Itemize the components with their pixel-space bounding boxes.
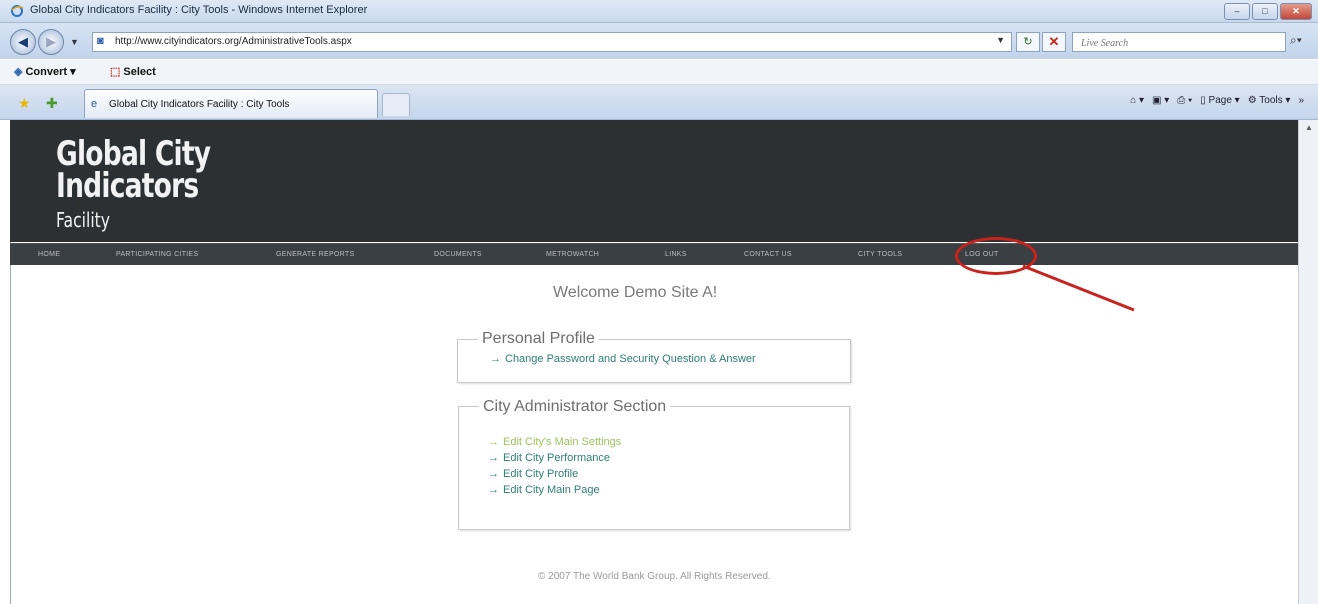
- back-arrow-icon[interactable]: ◀: [10, 29, 36, 55]
- personal-profile-legend: Personal Profile: [478, 330, 599, 348]
- vertical-scrollbar[interactable]: ▲: [1298, 120, 1318, 604]
- copyright-footer: © 2007 The World Bank Group. All Rights …: [538, 571, 771, 582]
- edit-main-settings-link[interactable]: → Edit City's Main Settings: [488, 436, 621, 448]
- welcome-message: Welcome Demo Site A!: [553, 284, 718, 301]
- chevron-down-icon[interactable]: ▼: [996, 35, 1005, 45]
- nav-city-tools[interactable]: CITY TOOLS: [858, 251, 902, 258]
- search-field[interactable]: [1072, 32, 1286, 52]
- nav-metrowatch[interactable]: METROWATCH: [546, 251, 599, 258]
- edit-city-main-page-link[interactable]: → Edit City Main Page: [488, 484, 600, 496]
- nav-documents[interactable]: DOCUMENTS: [434, 251, 482, 258]
- search-input[interactable]: [1079, 37, 1233, 50]
- select-button[interactable]: ⬚ Select: [110, 65, 156, 78]
- ie-page-icon: e: [91, 98, 98, 110]
- nav-home[interactable]: HOME: [38, 251, 60, 258]
- city-admin-legend: City Administrator Section: [479, 398, 671, 416]
- select-icon: ⬚: [110, 66, 121, 78]
- arrow-right-icon: →: [488, 436, 499, 448]
- arrow-right-icon: →: [488, 452, 499, 464]
- site-navigation: HOME PARTICIPATING CITIES GENERATE REPOR…: [10, 243, 1298, 265]
- refresh-icon[interactable]: ↻: [1016, 32, 1040, 52]
- tab-city-tools[interactable]: e Global City Indicators Facility : City…: [84, 89, 378, 118]
- add-favorites-icon[interactable]: ✚: [46, 95, 58, 112]
- nav-generate-reports[interactable]: GENERATE REPORTS: [276, 251, 354, 258]
- scroll-up-icon[interactable]: ▲: [1305, 123, 1313, 132]
- address-toolbar: ◀ ▶ ▼ ◙ http://www.cityindicators.org/Ad…: [0, 23, 1318, 59]
- convert-button[interactable]: ◈ Convert ▾: [14, 65, 76, 78]
- search-icon[interactable]: ⌕▾: [1290, 33, 1302, 48]
- logo-line-2: Indicators: [56, 166, 199, 206]
- page-menu[interactable]: ▯ Page ▾: [1200, 95, 1239, 106]
- minimize-button[interactable]: –: [1224, 3, 1250, 20]
- edit-city-performance-link[interactable]: → Edit City Performance: [488, 452, 610, 464]
- window-title-bar: Global City Indicators Facility : City T…: [0, 0, 1318, 23]
- chevron-down-icon[interactable]: ▼: [70, 37, 79, 47]
- arrow-right-icon: →: [488, 468, 499, 480]
- address-input[interactable]: ◙ http://www.cityindicators.org/Administ…: [92, 32, 1012, 52]
- tools-menu[interactable]: ⚙ Tools ▾: [1248, 95, 1291, 106]
- logo-line-3: Facility: [56, 208, 111, 232]
- convert-icon: ◈: [14, 66, 23, 78]
- command-bar: ◈ Convert ▾ ⬚ Select: [0, 60, 1318, 85]
- nav-links[interactable]: LINKS: [665, 251, 687, 258]
- nav-contact-us[interactable]: CONTACT US: [744, 251, 792, 258]
- tab-bar: ★ ✚ e Global City Indicators Facility : …: [0, 85, 1318, 120]
- new-tab-button[interactable]: [382, 93, 410, 116]
- feeds-icon[interactable]: ▣ ▾: [1152, 95, 1169, 106]
- nav-participating-cities[interactable]: PARTICIPATING CITIES: [116, 251, 199, 258]
- close-button[interactable]: ✕: [1280, 3, 1312, 20]
- star-icon[interactable]: ★: [18, 95, 31, 112]
- chevron-right-icon[interactable]: »: [1298, 95, 1304, 106]
- stop-icon[interactable]: ✕: [1042, 32, 1066, 52]
- annotation-circle: [955, 237, 1037, 275]
- window-title: Global City Indicators Facility : City T…: [30, 4, 368, 16]
- home-icon[interactable]: ⌂ ▾: [1130, 95, 1144, 106]
- change-password-link[interactable]: → Change Password and Security Question &…: [490, 353, 756, 365]
- forward-arrow-icon[interactable]: ▶: [38, 29, 64, 55]
- maximize-button[interactable]: □: [1252, 3, 1278, 20]
- edit-city-profile-link[interactable]: → Edit City Profile: [488, 468, 578, 480]
- ie-logo-icon: [10, 4, 24, 18]
- url-text[interactable]: http://www.cityindicators.org/Administra…: [115, 36, 352, 47]
- arrow-right-icon: →: [488, 484, 499, 496]
- page-icon: ◙: [97, 35, 104, 47]
- arrow-right-icon: →: [490, 353, 501, 365]
- print-icon[interactable]: ⎙ ▾: [1177, 95, 1192, 106]
